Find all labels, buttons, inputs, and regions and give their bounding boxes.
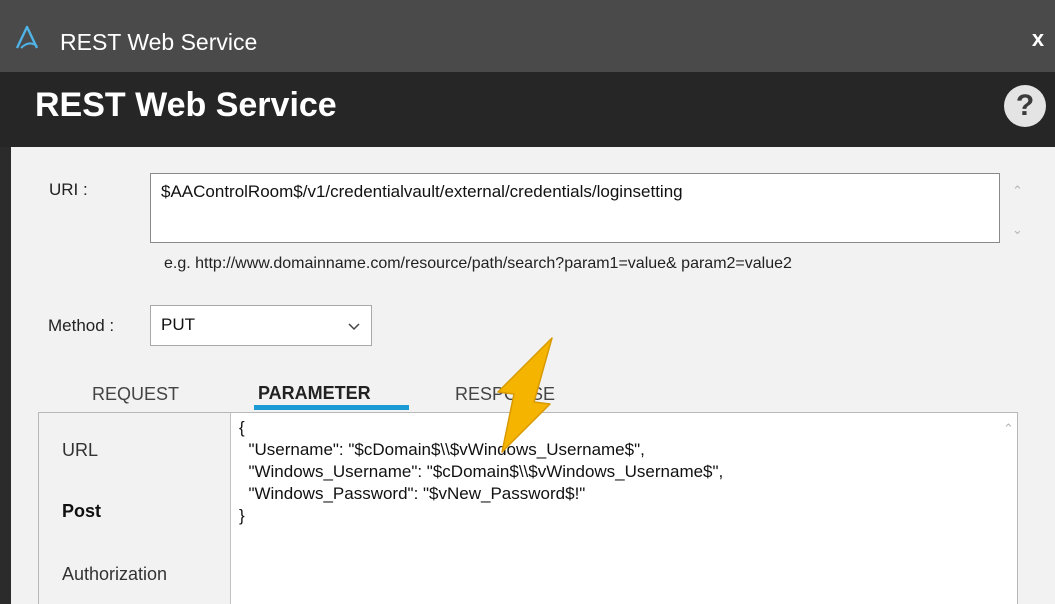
sidebar-item-post[interactable]: Post — [62, 501, 101, 522]
method-select[interactable]: PUT — [150, 305, 372, 346]
editor-scroll-up-icon[interactable]: ⌃ — [1003, 421, 1014, 437]
tab-parameter[interactable]: PARAMETER — [258, 383, 371, 404]
tab-response[interactable]: RESPONSE — [455, 384, 555, 405]
window-title: REST Web Service — [60, 29, 258, 55]
post-body-editor[interactable]: { "Username": "$cDomain$\\$vWindows_User… — [230, 413, 1017, 604]
method-value: PUT — [161, 315, 195, 334]
help-button[interactable]: ? — [1004, 85, 1046, 127]
active-tab-indicator — [254, 405, 409, 410]
chevron-down-icon — [348, 323, 360, 331]
code-line: "Windows_Password": "$vNew_Password$!" — [239, 484, 586, 503]
dialog-title: REST Web Service — [35, 86, 337, 124]
code-line: "Username": "$cDomain$\\$vWindows_Userna… — [239, 440, 645, 459]
uri-scroll-up-icon[interactable]: ⌃ — [1012, 183, 1023, 199]
close-button[interactable]: x — [1024, 24, 1052, 54]
automation-anywhere-logo-icon — [15, 25, 39, 49]
method-label: Method : — [48, 316, 115, 335]
uri-input[interactable]: $AAControlRoom$/v1/credentialvault/exter… — [150, 173, 1000, 243]
uri-label: URI : — [49, 180, 88, 199]
tab-request[interactable]: REQUEST — [92, 384, 179, 405]
code-line: "Windows_Username": "$cDomain$\\$vWindow… — [239, 462, 724, 481]
title-bar: REST Web Service x — [0, 0, 1055, 72]
code-line: { — [239, 418, 245, 437]
sidebar-item-url[interactable]: URL — [62, 440, 98, 461]
uri-example-hint: e.g. http://www.domainname.com/resource/… — [164, 255, 792, 272]
uri-scroll-down-icon[interactable]: ⌄ — [1012, 222, 1023, 238]
sidebar-item-authorization[interactable]: Authorization — [62, 564, 167, 585]
code-line: } — [239, 506, 245, 525]
